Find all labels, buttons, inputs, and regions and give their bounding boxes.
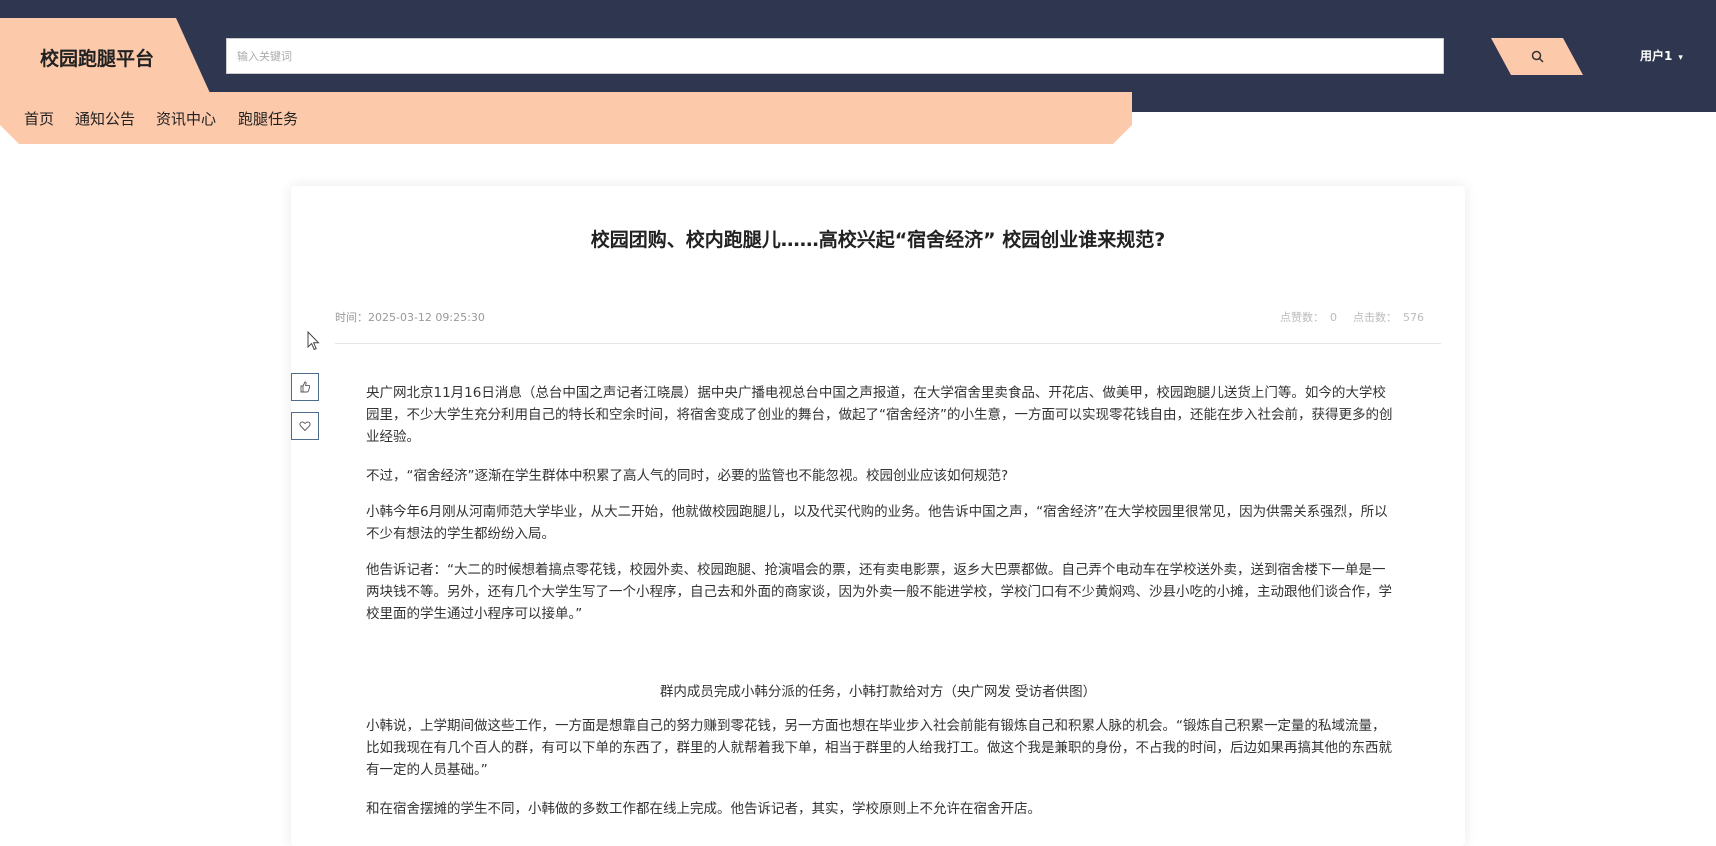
likes-label: 点赞数： bbox=[1280, 311, 1324, 324]
heart-icon bbox=[299, 421, 311, 432]
article-paragraph: 不过，“宿舍经济”逐渐在学生群体中积累了高人气的同时，必要的监管也不能忽视。校园… bbox=[366, 468, 1009, 484]
image-caption: 群内成员完成小韩分派的任务，小韩打款给对方（央广网发 受访者供图） bbox=[659, 684, 1097, 700]
article-title: 校园团购、校内跑腿儿……高校兴起“宿舍经济” 校园创业谁来规范? bbox=[590, 229, 1166, 251]
nav-item-news[interactable]: 资讯中心 bbox=[156, 108, 216, 129]
meta-divider bbox=[335, 343, 1441, 344]
article-paragraph: 他告诉记者：“大二的时候想着搞点零花钱，校园外卖、校园跑腿、抢演唱会的票，还有卖… bbox=[366, 562, 1392, 622]
article-paragraph: 央广网北京11月16日消息（总台中国之声记者江晓晨）据中央广播电视总台中国之声报… bbox=[366, 385, 1393, 445]
nav-item-notices[interactable]: 通知公告 bbox=[75, 108, 135, 129]
mouse-cursor-icon bbox=[307, 331, 320, 351]
chevron-down-icon: ▾ bbox=[1678, 53, 1683, 63]
article-stats: 点赞数： 0 点击数： 576 bbox=[1274, 309, 1424, 325]
clicks-label: 点击数： bbox=[1353, 311, 1397, 324]
article-time: 时间：2025-03-12 09:25:30 bbox=[335, 311, 485, 324]
search-input[interactable] bbox=[226, 38, 1444, 74]
nav-item-errands[interactable]: 跑腿任务 bbox=[238, 108, 298, 129]
article-paragraph: 和在宿舍摆摊的学生不同，小韩做的多数工作都在线上完成。他告诉记者，其实，学校原则… bbox=[366, 801, 1041, 817]
favorite-button[interactable] bbox=[291, 412, 319, 440]
article-paragraph: 小韩说，上学期间做这些工作，一方面是想靠自己的努力赚到零花钱，另一方面也想在毕业… bbox=[366, 718, 1392, 778]
clicks-count: 576 bbox=[1403, 311, 1424, 324]
nav-item-home[interactable]: 首页 bbox=[24, 108, 54, 129]
user-menu[interactable]: 用户1 ▾ bbox=[1640, 47, 1683, 64]
like-button[interactable] bbox=[291, 373, 319, 401]
thumbs-up-icon bbox=[300, 381, 311, 393]
site-logo[interactable]: 校园跑腿平台 bbox=[40, 44, 154, 71]
article-paragraph: 小韩今年6月刚从河南师范大学毕业，从大二开始，他就做校园跑腿儿，以及代买代购的业… bbox=[366, 504, 1388, 542]
likes-count: 0 bbox=[1330, 311, 1337, 324]
user-name: 用户1 bbox=[1640, 49, 1673, 63]
search-icon bbox=[1531, 50, 1544, 63]
